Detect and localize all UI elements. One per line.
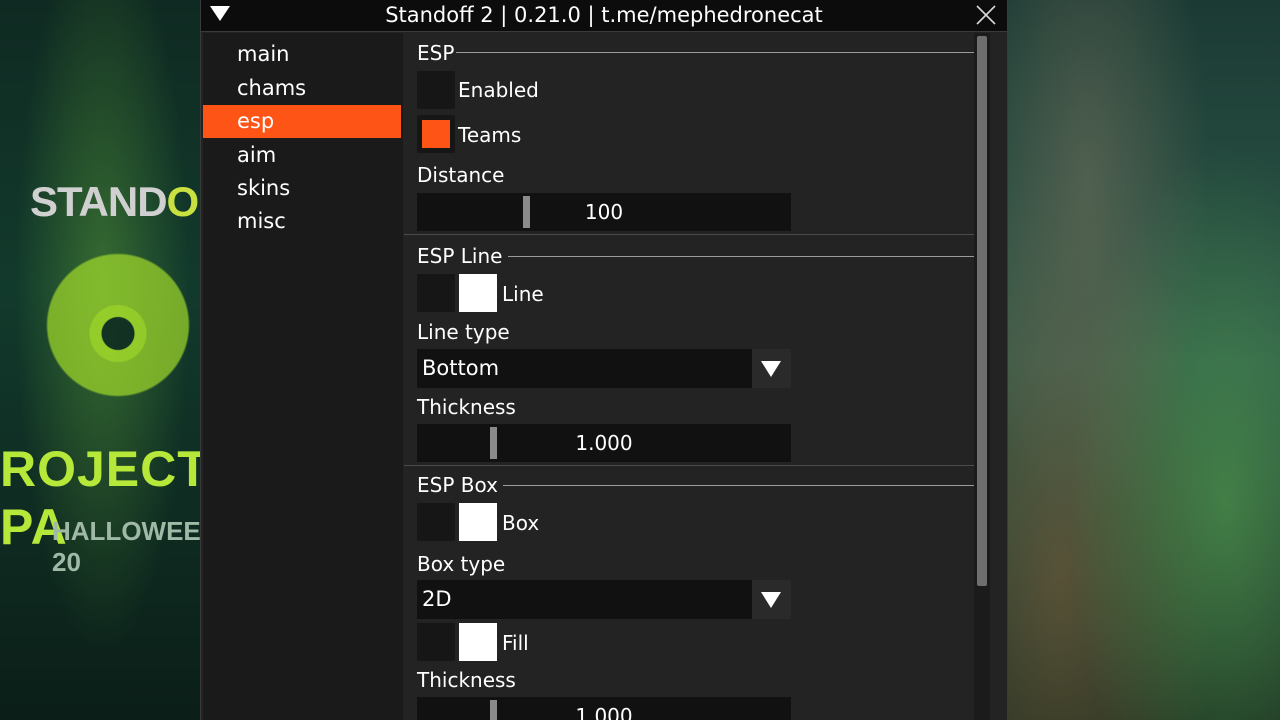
- scrollbar-thumb[interactable]: [977, 36, 987, 586]
- sidebar-item-esp[interactable]: esp: [203, 105, 401, 138]
- section-header-esp: ESP: [417, 41, 455, 65]
- box-color-swatch[interactable]: [459, 503, 497, 541]
- background-right-art: [1005, 0, 1280, 720]
- title-bar[interactable]: Standoff 2 | 0.21.0 | t.me/mephedronecat: [201, 0, 1007, 32]
- sidebar-item-skins[interactable]: skins: [203, 172, 401, 205]
- fill-checkbox[interactable]: [417, 623, 455, 661]
- sidebar-item-chams[interactable]: chams: [203, 72, 401, 105]
- background-logo: STANDOFF: [30, 178, 205, 226]
- dropdown-button[interactable]: [752, 349, 791, 388]
- separator: [404, 465, 974, 466]
- teams-checkbox[interactable]: [417, 115, 455, 153]
- box-type-value: 2D: [422, 587, 452, 611]
- fill-label: Fill: [502, 631, 529, 655]
- separator: [404, 234, 974, 235]
- sidebar-item-aim[interactable]: aim: [203, 139, 401, 172]
- section-rule: [503, 485, 974, 486]
- section-header-esp-line: ESP Line: [417, 244, 503, 268]
- section-rule: [508, 256, 974, 257]
- chevron-down-icon: [761, 592, 781, 608]
- distance-slider[interactable]: 100: [417, 193, 791, 231]
- fill-color-swatch[interactable]: [459, 623, 497, 661]
- box-thickness-value: 1.000: [575, 704, 633, 720]
- line-type-label: Line type: [417, 320, 510, 344]
- box-type-label: Box type: [417, 552, 506, 576]
- chevron-down-icon: [761, 361, 781, 377]
- biohazard-icon: [38, 240, 198, 410]
- background-halloween-text: HALLOWEEN 20: [52, 516, 205, 577]
- dropdown-button[interactable]: [752, 580, 791, 619]
- enabled-label: Enabled: [458, 78, 539, 102]
- sidebar-nav: main chams esp aim skins misc: [203, 33, 403, 720]
- box-thickness-label: Thickness: [417, 668, 516, 692]
- sidebar-item-misc[interactable]: misc: [203, 205, 401, 238]
- sidebar-item-main[interactable]: main: [203, 38, 401, 71]
- box-label: Box: [502, 511, 540, 535]
- line-checkbox[interactable]: [417, 274, 455, 312]
- esp-settings-panel: ESP Enabled Teams Distance 100 ESP Line …: [404, 33, 974, 720]
- close-icon[interactable]: [974, 3, 998, 27]
- teams-label: Teams: [458, 123, 522, 147]
- checkbox-checked-mark: [422, 120, 450, 148]
- window-title: Standoff 2 | 0.21.0 | t.me/mephedronecat: [385, 3, 823, 27]
- background-left-art: STANDOFF ROJECT PA HALLOWEEN 20: [0, 0, 205, 720]
- scrollbar[interactable]: [974, 33, 990, 720]
- line-label: Line: [502, 282, 544, 306]
- cheat-menu-window: Standoff 2 | 0.21.0 | t.me/mephedronecat…: [200, 0, 1008, 720]
- box-thickness-slider[interactable]: 1.000: [417, 697, 791, 720]
- line-thickness-slider[interactable]: 1.000: [417, 424, 791, 462]
- distance-value: 100: [584, 200, 624, 224]
- distance-label: Distance: [417, 163, 505, 187]
- section-header-esp-box: ESP Box: [417, 473, 498, 497]
- line-thickness-value: 1.000: [575, 431, 633, 455]
- line-color-swatch[interactable]: [459, 274, 497, 312]
- line-type-value: Bottom: [422, 356, 500, 380]
- line-type-select[interactable]: Bottom: [417, 349, 791, 388]
- section-rule: [456, 52, 974, 53]
- box-checkbox[interactable]: [417, 503, 455, 541]
- background-logo-prefix: STAND: [30, 178, 168, 225]
- box-type-select[interactable]: 2D: [417, 580, 791, 619]
- line-thickness-label: Thickness: [417, 395, 516, 419]
- enabled-checkbox[interactable]: [417, 71, 455, 109]
